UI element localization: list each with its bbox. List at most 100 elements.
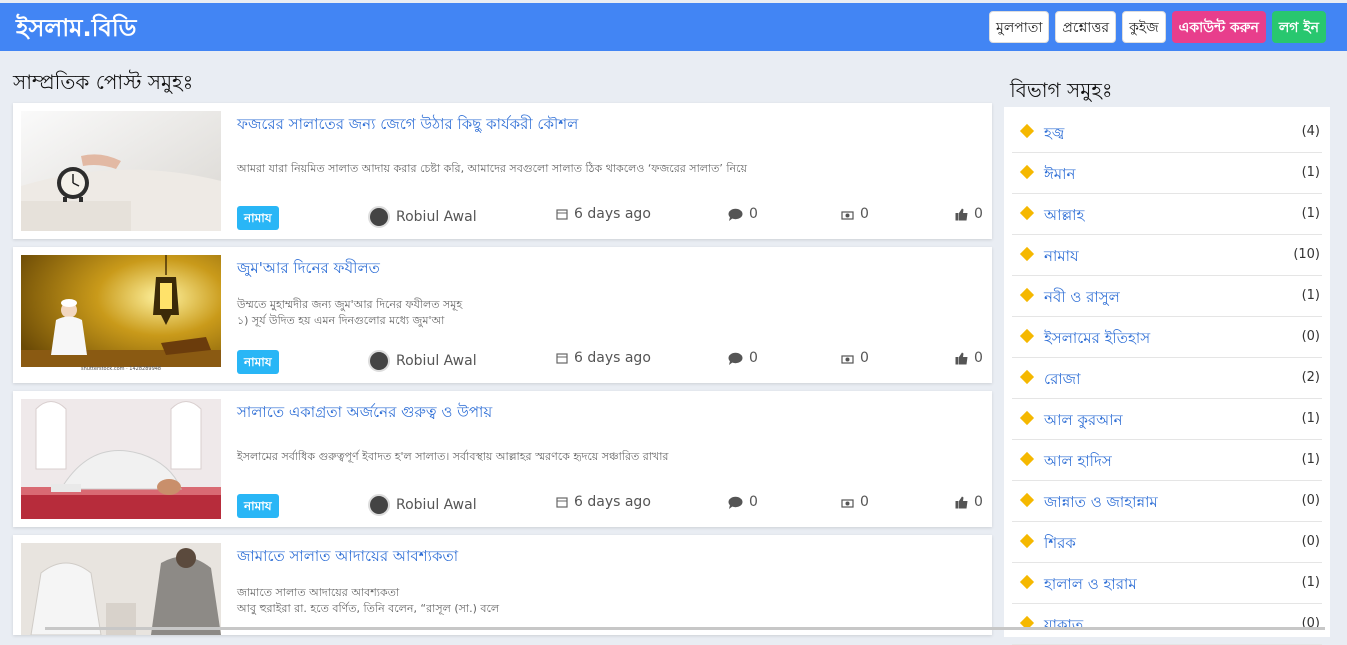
quiz-button[interactable]: কুইজ bbox=[1122, 11, 1166, 43]
post-excerpt: ইসলামের সর্বাধিক গুরুত্বপূর্ণ ইবাদত হ'ল … bbox=[237, 449, 797, 465]
post-excerpt: আমরা যারা নিয়মিত সালাত আদায় করার চেষ্ট… bbox=[237, 161, 797, 177]
comments-meta: 0 bbox=[728, 206, 758, 222]
camera-icon bbox=[841, 354, 854, 364]
signup-button[interactable]: একাউন্ট করুন bbox=[1171, 11, 1266, 43]
comment-icon bbox=[728, 352, 743, 365]
category-item[interactable]: নামায (10) bbox=[1012, 236, 1322, 276]
author-avatar bbox=[368, 350, 390, 372]
post-thumbnail-boy-praying[interactable]: shutterstock.com · 1428289948 bbox=[21, 255, 221, 375]
category-name[interactable]: আল কুরআন bbox=[1044, 409, 1123, 434]
diamond-icon bbox=[1019, 533, 1035, 549]
category-name[interactable]: আল্লাহ bbox=[1044, 204, 1084, 229]
post-time: 6 days ago bbox=[574, 350, 651, 366]
author-avatar bbox=[368, 206, 390, 228]
post-title[interactable]: জামাতে সালাত আদায়ের আবশ্যকতা bbox=[237, 545, 458, 570]
post-card: সালাতে একাগ্রতা অর্জনের গুরুত্ব ও উপায় … bbox=[13, 391, 992, 527]
category-name[interactable]: শিরক bbox=[1044, 532, 1076, 557]
category-item[interactable]: নবী ও রাসুল (1) bbox=[1012, 277, 1322, 317]
comments-meta: 0 bbox=[728, 350, 758, 366]
likes-meta: 0 bbox=[955, 350, 983, 366]
like-count: 0 bbox=[974, 206, 983, 222]
post-card: জামাতে সালাত আদায়ের আবশ্যকতা জামাতে সাল… bbox=[13, 535, 992, 635]
qa-button[interactable]: প্রশ্নোত্তর bbox=[1055, 11, 1117, 43]
excerpt-line: আবু হুরাইরা রা. হতে বর্ণিত, তিনি বলেন, “… bbox=[237, 602, 500, 615]
author-meta: Robiul Awal bbox=[368, 494, 477, 516]
category-name[interactable]: ইসলামের ইতিহাস bbox=[1044, 327, 1150, 352]
author-name[interactable]: Robiul Awal bbox=[396, 353, 477, 369]
category-item[interactable]: ঈমান (1) bbox=[1012, 154, 1322, 194]
category-name[interactable]: নামায bbox=[1044, 245, 1079, 270]
category-name[interactable]: ঈমান bbox=[1044, 163, 1075, 188]
category-tag[interactable]: নামায bbox=[237, 350, 279, 374]
category-item[interactable]: জান্নাত ও জাহান্নাম (0) bbox=[1012, 482, 1322, 522]
view-count: 0 bbox=[860, 206, 869, 222]
like-count: 0 bbox=[974, 494, 983, 510]
category-item[interactable]: ইসলামের ইতিহাস (0) bbox=[1012, 318, 1322, 358]
thumbs-up-icon bbox=[955, 208, 968, 220]
category-name[interactable]: আল হাদিস bbox=[1044, 450, 1112, 475]
time-meta: 6 days ago bbox=[556, 350, 651, 366]
calendar-icon bbox=[556, 209, 568, 220]
likes-meta: 0 bbox=[955, 206, 983, 222]
post-title[interactable]: ফজরের সালাতের জন্য জেগে উঠার কিছু কার্যক… bbox=[237, 113, 578, 138]
excerpt-line: ইসলামের সর্বাধিক গুরুত্বপূর্ণ ইবাদত হ'ল … bbox=[237, 450, 669, 463]
diamond-icon bbox=[1019, 410, 1035, 426]
author-meta: Robiul Awal bbox=[368, 206, 477, 228]
post-title[interactable]: জুম'আর দিনের ফযীলত bbox=[237, 257, 380, 282]
category-item[interactable]: শিরক (0) bbox=[1012, 523, 1322, 563]
category-item[interactable]: আল হাদিস (1) bbox=[1012, 441, 1322, 481]
category-count: (1) bbox=[1301, 165, 1320, 180]
excerpt-line: আমরা যারা নিয়মিত সালাত আদায় করার চেষ্ট… bbox=[237, 162, 748, 175]
category-count: (1) bbox=[1301, 575, 1320, 590]
category-name[interactable]: নবী ও রাসুল bbox=[1044, 286, 1120, 311]
categories-sidebar: হজ্ব (4) ঈমান (1) আল্লাহ (1) নামায (10) নবী ও রা… bbox=[1004, 107, 1330, 645]
category-count: (1) bbox=[1301, 411, 1320, 426]
post-title[interactable]: সালাতে একাগ্রতা অর্জনের গুরুত্ব ও উপায় bbox=[237, 401, 492, 426]
author-name[interactable]: Robiul Awal bbox=[396, 209, 477, 225]
views-meta: 0 bbox=[841, 350, 869, 366]
category-name[interactable]: রোজা bbox=[1044, 368, 1080, 393]
category-tag[interactable]: নামায bbox=[237, 494, 279, 518]
author-name[interactable]: Robiul Awal bbox=[396, 497, 477, 513]
diamond-icon bbox=[1019, 328, 1035, 344]
excerpt-line: ১) সূর্য উদিত হয় এমন দিনগুলোর মধ্যে জুম… bbox=[237, 314, 445, 327]
category-item[interactable]: আল্লাহ (1) bbox=[1012, 195, 1322, 235]
views-meta: 0 bbox=[841, 206, 869, 222]
nav-actions: মুলপাতা প্রশ্নোত্তর কুইজ একাউন্ট করুন লগ… bbox=[989, 11, 1326, 43]
category-tag[interactable]: নামায bbox=[237, 206, 279, 230]
post-thumbnail-congregation[interactable] bbox=[21, 543, 221, 635]
comment-count: 0 bbox=[749, 350, 758, 366]
category-name[interactable]: জান্নাত ও জাহান্নাম bbox=[1044, 491, 1158, 516]
login-button[interactable]: লগ ইন bbox=[1271, 11, 1326, 43]
comments-meta: 0 bbox=[728, 494, 758, 510]
home-button[interactable]: মুলপাতা bbox=[989, 11, 1050, 43]
brand-logo[interactable]: ইসলাম.বিডি bbox=[16, 10, 136, 50]
post-thumbnail-alarm-clock[interactable] bbox=[21, 111, 221, 231]
category-item[interactable]: হালাল ও হারাম (1) bbox=[1012, 564, 1322, 604]
category-item[interactable]: হজ্ব (4) bbox=[1012, 113, 1322, 153]
author-avatar bbox=[368, 494, 390, 516]
comment-icon bbox=[728, 208, 743, 221]
recent-posts-title: সাম্প্রতিক পোস্ট সমুহঃ bbox=[13, 70, 194, 94]
image-caption: shutterstock.com · 1428289948 bbox=[81, 366, 162, 372]
time-meta: 6 days ago bbox=[556, 206, 651, 222]
category-item[interactable]: রোজা (2) bbox=[1012, 359, 1322, 399]
thumbs-up-icon bbox=[955, 496, 968, 508]
time-meta: 6 days ago bbox=[556, 494, 651, 510]
post-time: 6 days ago bbox=[574, 206, 651, 222]
post-thumbnail-prostration[interactable] bbox=[21, 399, 221, 519]
category-item[interactable]: যাকাত (0) bbox=[1012, 605, 1322, 645]
likes-meta: 0 bbox=[955, 494, 983, 510]
views-meta: 0 bbox=[841, 494, 869, 510]
excerpt-line: উম্মতে মুহাম্মদীর জন্য জুম'আর দিনের ফযীল… bbox=[237, 298, 463, 311]
category-count: (4) bbox=[1301, 124, 1320, 139]
excerpt-line: জামাতে সালাত আদায়ের আবশ্যকতা bbox=[237, 586, 400, 599]
comment-count: 0 bbox=[749, 494, 758, 510]
category-item[interactable]: আল কুরআন (1) bbox=[1012, 400, 1322, 440]
category-count: (2) bbox=[1301, 370, 1320, 385]
diamond-icon bbox=[1019, 164, 1035, 180]
diamond-icon bbox=[1019, 574, 1035, 590]
category-name[interactable]: হজ্ব bbox=[1044, 122, 1064, 147]
category-name[interactable]: হালাল ও হারাম bbox=[1044, 573, 1137, 598]
like-count: 0 bbox=[974, 350, 983, 366]
